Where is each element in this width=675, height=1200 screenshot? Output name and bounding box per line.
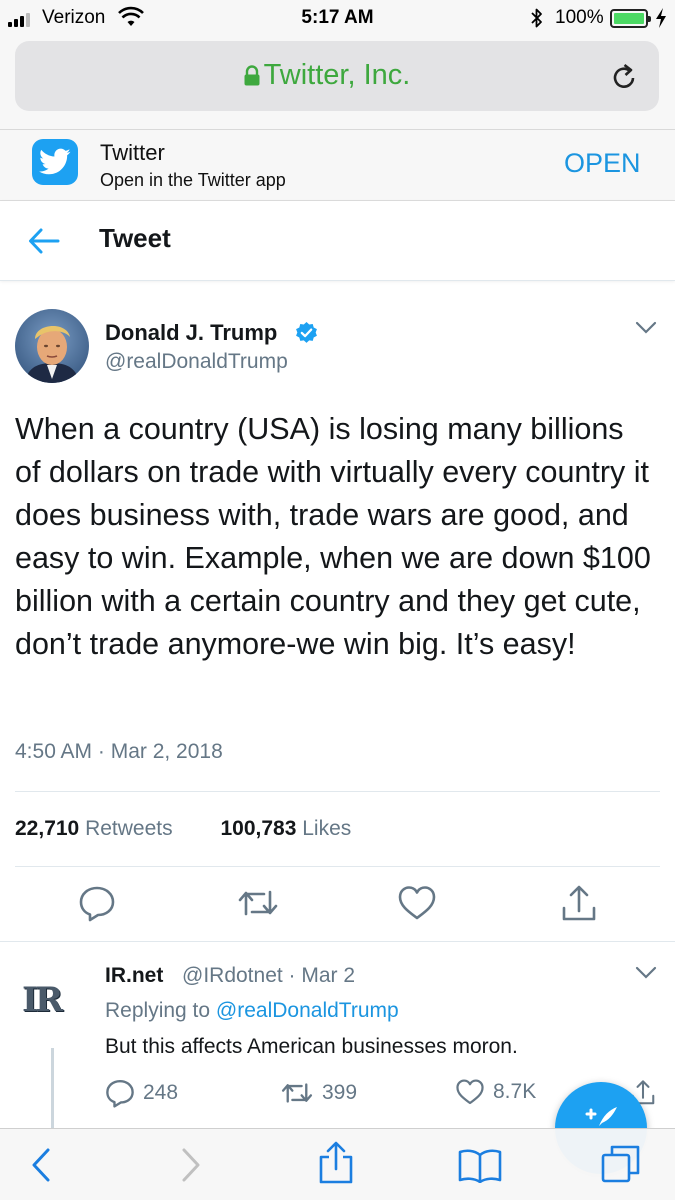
retweets-label: Retweets [85,817,173,840]
browser-back-icon[interactable] [28,1145,54,1190]
replying-to: Replying to @realDonaldTrump [105,999,399,1023]
retweets-count: 22,710 [15,817,80,840]
browser-share-icon[interactable] [317,1141,355,1190]
chevron-down-icon[interactable] [634,965,658,986]
retweet-icon [281,1083,313,1103]
tweet-timestamp[interactable]: 4:50 AM · Mar 2, 2018 [15,740,223,764]
app-banner: Twitter Open in the Twitter app OPEN [0,130,675,201]
thread-line [51,1048,54,1128]
banner-subtitle: Open in the Twitter app [100,170,286,190]
reload-icon[interactable] [611,61,639,96]
reply-like-count: 8.7K [493,1080,537,1103]
status-bar: Verizon 5:17 AM 100% [0,0,675,38]
reply-retweet-count: 399 [322,1081,358,1104]
divider [15,866,660,867]
reply-avatar-logo[interactable]: IR [22,980,63,1020]
reply-like-action[interactable]: 8.7K [455,1078,536,1106]
author-name[interactable]: Donald J. Trump [105,320,277,346]
divider [15,791,660,792]
twitter-bird-icon [32,139,78,185]
avatar[interactable] [15,309,89,383]
battery-icon [610,9,651,28]
verified-badge-icon [294,321,319,351]
battery-percent: 100% [555,7,604,28]
open-app-button[interactable]: OPEN [564,148,641,179]
replying-prefix: Replying to [105,999,211,1022]
likes-stat[interactable]: 100,783 Likes [220,817,351,840]
back-arrow-icon[interactable] [27,227,61,260]
chevron-down-icon[interactable] [634,320,658,341]
bluetooth-icon [530,6,544,36]
browser-address-area: Twitter, Inc. [0,38,675,130]
page-header: Tweet [0,201,675,281]
reply-text: But this affects American businesses mor… [105,1035,518,1058]
browser-forward-icon[interactable] [178,1145,204,1190]
like-icon[interactable] [397,884,437,927]
address-bar[interactable]: Twitter, Inc. [15,41,659,111]
replying-to-link[interactable]: @realDonaldTrump [216,999,399,1022]
retweets-stat[interactable]: 22,710 Retweets [15,817,173,840]
tabs-icon[interactable] [600,1143,642,1190]
reply-handle-date: @IRdotnet · Mar 2 [182,964,356,987]
reply-retweet-action[interactable]: 399 [280,1078,357,1108]
section-separator [0,941,675,942]
retweet-icon[interactable] [236,884,280,927]
reply-icon[interactable] [78,884,116,927]
tweet-text: When a country (USA) is losing many bill… [15,412,651,661]
browser-toolbar [0,1128,675,1200]
reply-icon [106,1079,134,1108]
reply-author-name[interactable]: IR.net [105,964,163,988]
reply-reply-action[interactable]: 248 [105,1078,178,1108]
page-title: Tweet [99,223,171,253]
share-icon[interactable] [560,884,598,929]
likes-count: 100,783 [220,817,297,840]
likes-label: Likes [302,817,352,840]
like-icon [456,1079,484,1105]
url-title: Twitter, Inc. [263,59,411,91]
reply-count: 248 [143,1081,179,1104]
tweet-stats: 22,710 Retweets 100,783 Likes [15,817,351,841]
bookmarks-icon[interactable] [457,1147,503,1188]
author-handle[interactable]: @realDonaldTrump [105,350,288,374]
charging-bolt-icon [654,7,668,35]
banner-app-name: Twitter [100,140,165,165]
